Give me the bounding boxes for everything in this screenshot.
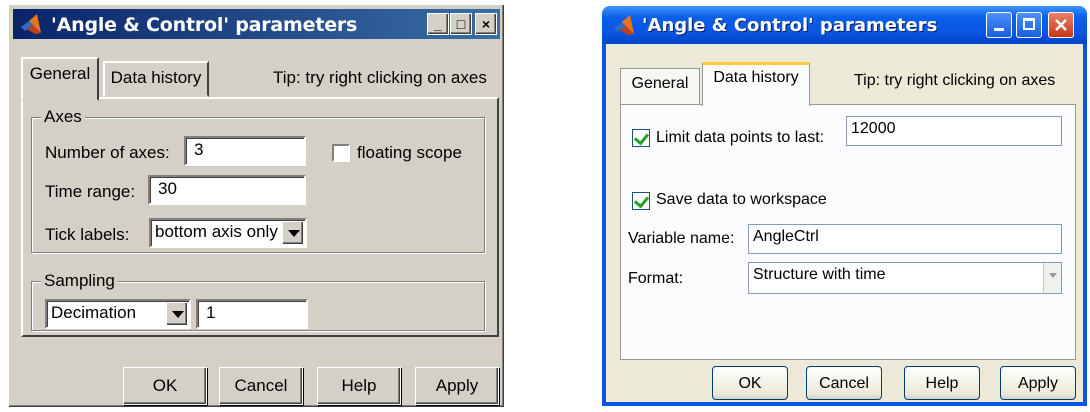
window-title: 'Angle & Control' parameters [51, 14, 358, 36]
ok-button[interactable]: OK [712, 366, 788, 400]
variable-name-label: Variable name: [628, 230, 735, 247]
tick-labels-value: bottom axis only [155, 222, 278, 241]
tip-text: Tip: try right clicking on axes [854, 72, 1056, 89]
tab-general[interactable]: General [21, 57, 99, 101]
decimation-factor-input[interactable]: 1 [196, 299, 308, 329]
variable-name-input[interactable]: AngleCtrl [748, 224, 1062, 254]
limit-points-input[interactable]: 12000 [846, 116, 1062, 146]
tick-labels-label: Tick labels: [45, 225, 130, 244]
apply-button[interactable]: Apply [415, 367, 499, 405]
limit-points-label: Limit data points to last: [656, 129, 825, 146]
sampling-legend: Sampling [41, 271, 118, 291]
maximize-button[interactable]: □ [450, 13, 472, 35]
ok-button[interactable]: OK [123, 367, 207, 405]
minimize-button[interactable] [986, 12, 1012, 38]
help-button[interactable]: Help [317, 367, 401, 405]
chevron-down-icon[interactable] [166, 302, 188, 326]
time-range-input[interactable]: 30 [148, 175, 306, 205]
number-of-axes-input[interactable]: 3 [184, 136, 306, 166]
minimize-icon [994, 28, 1004, 31]
help-button[interactable]: Help [904, 366, 980, 400]
minimize-button[interactable]: _ [427, 13, 449, 35]
tab-data-history[interactable]: Data history [103, 61, 209, 97]
save-workspace-checkbox[interactable] [632, 192, 650, 210]
tip-text: Tip: try right clicking on axes [273, 68, 487, 87]
tab-general[interactable]: General [620, 68, 700, 104]
cancel-button[interactable]: Cancel [806, 366, 882, 400]
apply-button[interactable]: Apply [1000, 366, 1076, 400]
maximize-icon [1023, 18, 1035, 30]
dialog-body: General Data history Tip: try right clic… [606, 44, 1083, 402]
number-of-axes-label: Number of axes: [45, 143, 170, 162]
save-workspace-label: Save data to workspace [656, 191, 827, 208]
title-bar[interactable]: 'Angle & Control' parameters _ □ × [13, 9, 500, 39]
minimize-icon: _ [434, 16, 442, 32]
maximize-button[interactable] [1016, 12, 1042, 38]
axes-legend: Axes [41, 107, 85, 127]
close-icon: × [481, 16, 491, 32]
floating-scope-checkbox[interactable] [332, 144, 350, 162]
tick-labels-select[interactable]: bottom axis only [149, 218, 307, 248]
tab-data-history[interactable]: Data history [702, 62, 810, 106]
title-bar[interactable]: 'Angle & Control' parameters [602, 6, 1087, 44]
format-label: Format: [628, 270, 684, 287]
matlab-logo-icon [21, 14, 41, 34]
floating-scope-label: floating scope [357, 143, 462, 162]
maximize-icon: □ [456, 16, 466, 32]
cancel-button[interactable]: Cancel [219, 367, 303, 405]
classic-dialog: 'Angle & Control' parameters _ □ × Gener… [8, 4, 505, 408]
sampling-method-value: Decimation [51, 303, 137, 322]
limit-points-checkbox[interactable] [632, 129, 650, 147]
close-button[interactable] [1048, 12, 1074, 38]
window-title: 'Angle & Control' parameters [642, 15, 938, 36]
xp-dialog: 'Angle & Control' parameters General Dat… [602, 6, 1087, 406]
format-select[interactable]: Structure with time [748, 262, 1062, 294]
format-value: Structure with time [753, 266, 886, 283]
time-range-label: Time range: [45, 182, 136, 201]
sampling-method-select[interactable]: Decimation [45, 299, 191, 329]
close-icon [1055, 19, 1067, 31]
chevron-down-icon[interactable] [282, 221, 304, 245]
close-button[interactable]: × [475, 13, 497, 35]
matlab-logo-icon [614, 15, 634, 35]
chevron-down-icon[interactable] [1043, 263, 1061, 293]
